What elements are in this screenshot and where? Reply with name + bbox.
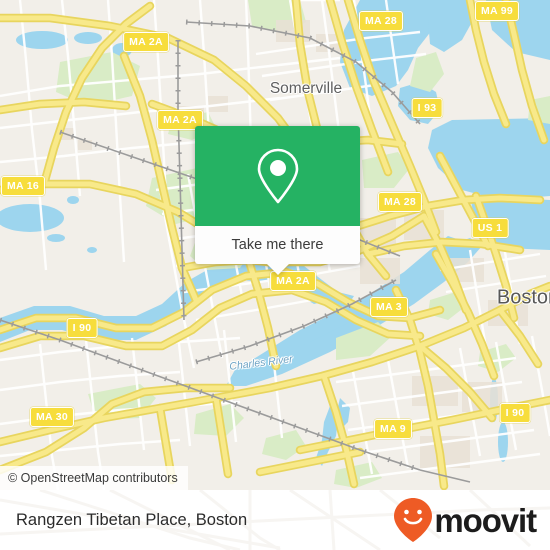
road-shield: MA 28 [358,11,404,31]
place-label-boston: Boston [496,286,550,309]
road-shield: I 90 [66,318,98,338]
road-shield: MA 16 [0,176,46,196]
road-shield: I 90 [499,403,531,423]
map-attribution[interactable]: © OpenStreetMap contributors [0,466,188,490]
road-shield: MA 3 [370,297,408,317]
page-title: Rangzen Tibetan Place, Boston [16,510,248,529]
road-shield: US 1 [471,218,509,238]
poi-card-tail [266,264,289,275]
road-shield: MA 30 [29,407,75,427]
road-shield: MA 99 [474,1,520,21]
poi-callout-card[interactable]: Take me there [195,126,360,275]
poi-card-header [195,126,360,226]
map-canvas[interactable]: MA 2A MA 28 MA 99 I 93 MA 2A MA 16 MA 28… [0,0,550,490]
map-pin-icon [257,148,298,204]
road-shield: MA 9 [374,419,412,439]
take-me-there-button[interactable]: Take me there [195,226,360,264]
moovit-place-map-screenshot: MA 2A MA 28 MA 99 I 93 MA 2A MA 16 MA 28… [0,0,550,550]
road-shield: MA 2A [123,32,169,52]
place-label-somerville: Somerville [269,80,343,97]
footer-bar: Rangzen Tibetan Place, Boston moovit [0,490,550,550]
moovit-smiley-pin-icon [394,498,433,542]
moovit-wordmark: moovit [434,501,537,539]
road-shield: I 93 [411,98,443,118]
road-shield: MA 28 [377,192,423,212]
moovit-brand-logo[interactable]: moovit [393,497,537,543]
take-me-there-label: Take me there [231,237,324,253]
attribution-text: © OpenStreetMap contributors [8,471,178,485]
